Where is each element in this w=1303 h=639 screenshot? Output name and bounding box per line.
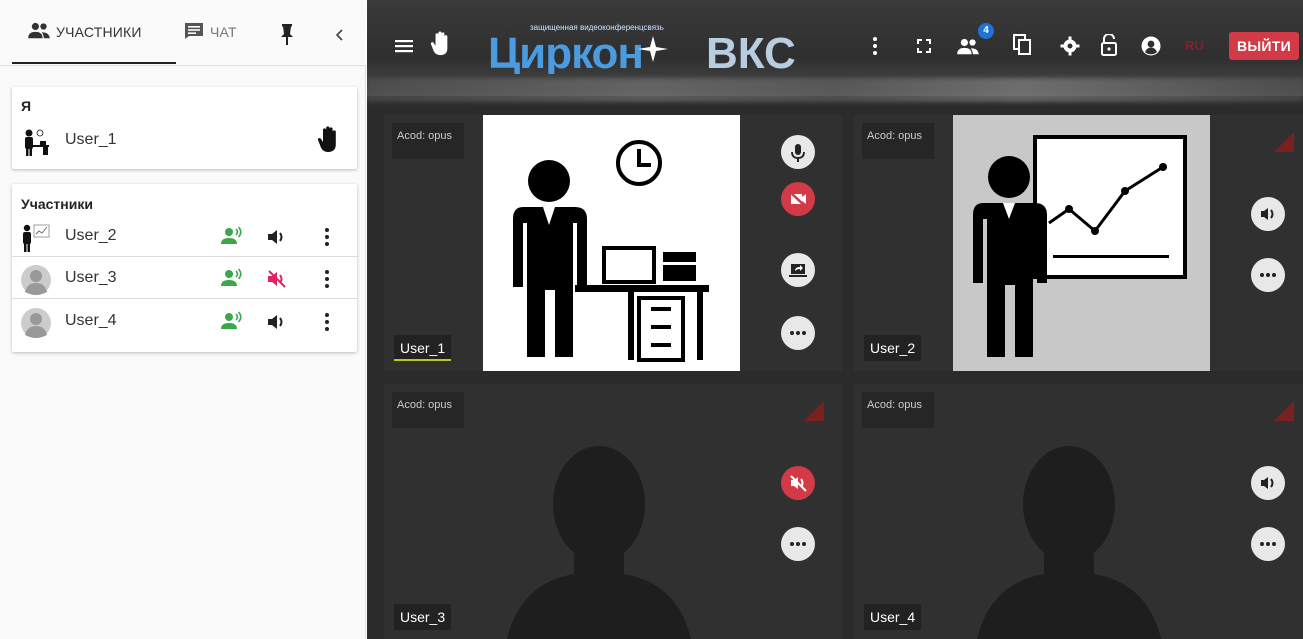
- codec-label: Acod: opus: [392, 392, 464, 428]
- silhouette-avatar: [976, 446, 1162, 639]
- participant-name: User_3: [65, 269, 117, 286]
- silhouette-avatar: [506, 446, 692, 639]
- participants-count-badge: 4: [978, 23, 994, 39]
- more-vert-icon[interactable]: [317, 311, 337, 333]
- participant-row[interactable]: User_3: [12, 259, 357, 299]
- account-icon[interactable]: [1141, 36, 1161, 56]
- toolbar-glow: [367, 78, 1303, 102]
- mic-icon: [791, 144, 805, 162]
- conference-area: защищенная видеоконференцсвязь Циркон ВК…: [367, 0, 1303, 639]
- tab-participants-label: Участники: [56, 24, 142, 40]
- more-horiz-icon: [1260, 273, 1276, 277]
- me-section-title: Я: [21, 98, 32, 114]
- signal-corner-indicator: [1274, 401, 1294, 421]
- exit-button[interactable]: ВЫЙТИ: [1229, 32, 1299, 60]
- screen-share-icon: [789, 264, 807, 277]
- tile-username: User_2: [864, 335, 922, 361]
- speaking-user-icon: [221, 311, 242, 329]
- default-avatar-icon: [21, 308, 51, 338]
- more-horiz-icon: [790, 331, 806, 335]
- codec-label: Acod: opus: [392, 123, 464, 159]
- codec-label: Acod: opus: [862, 123, 934, 159]
- volume-icon[interactable]: [266, 227, 288, 247]
- logo-graphic: защищенная видеоконференцсвязь Циркон ВК…: [488, 23, 796, 78]
- participants-card: Участники User_2 User_3 User_4: [12, 184, 357, 352]
- camera-off-button[interactable]: [781, 182, 815, 216]
- speaking-user-icon: [221, 268, 242, 286]
- more-options-button[interactable]: [781, 316, 815, 350]
- chevron-left-icon[interactable]: [330, 24, 348, 46]
- default-avatar-icon: [21, 265, 51, 295]
- language-switch[interactable]: RU: [1185, 38, 1204, 53]
- more-options-button[interactable]: [781, 527, 815, 561]
- mic-button[interactable]: [781, 135, 815, 169]
- tab-participants[interactable]: Участники: [12, 22, 176, 64]
- me-card: Я User_1: [12, 87, 357, 169]
- volume-off-icon[interactable]: [266, 269, 288, 289]
- more-options-button[interactable]: [1251, 258, 1285, 292]
- participant-row[interactable]: User_4: [12, 302, 357, 342]
- people-icon: [28, 22, 50, 39]
- more-vert-icon[interactable]: [317, 226, 337, 248]
- volume-button[interactable]: [1251, 197, 1285, 231]
- volume-button[interactable]: [1251, 466, 1285, 500]
- participants-icon[interactable]: [956, 38, 980, 56]
- tile-username: User_4: [864, 604, 922, 630]
- volume-icon: [1261, 477, 1274, 489]
- logo-suffix-text: ВКС: [706, 29, 796, 74]
- chat-icon: [185, 23, 203, 39]
- more-vert-icon[interactable]: [317, 268, 337, 290]
- participants-panel: Участники Чат Я User_1: [0, 0, 366, 639]
- me-row[interactable]: User_1: [12, 121, 357, 161]
- video-tile[interactable]: Acod: opus User_4: [854, 384, 1303, 639]
- more-horiz-icon: [790, 542, 806, 546]
- volume-off-icon: [790, 475, 807, 492]
- speaking-user-icon: [221, 226, 242, 244]
- tile-username: User_1: [394, 335, 452, 361]
- tile-username: User_3: [394, 604, 452, 630]
- participants-section-title: Участники: [21, 196, 93, 212]
- participant-name: User_2: [65, 227, 117, 244]
- video-tile[interactable]: Acod: opus User_1: [384, 115, 842, 371]
- volume-muted-button[interactable]: [781, 466, 815, 500]
- logo: защищенная видеоконференцсвязь Циркон ВК…: [488, 18, 838, 78]
- raise-hand-icon[interactable]: [430, 30, 454, 58]
- video-tile[interactable]: Acod: opus User_3: [384, 384, 842, 639]
- signal-corner-indicator: [804, 401, 824, 421]
- more-options-button[interactable]: [1251, 527, 1285, 561]
- participant-name: User_4: [65, 312, 117, 329]
- lock-open-icon[interactable]: [1100, 34, 1118, 56]
- menu-icon[interactable]: [395, 38, 413, 54]
- logo-main-text: Циркон: [488, 29, 643, 74]
- screen-share-button[interactable]: [781, 253, 815, 287]
- videocam-off-icon: [789, 191, 807, 208]
- codec-label: Acod: opus: [862, 392, 934, 428]
- presenter-image: [953, 115, 1210, 371]
- top-toolbar: защищенная видеоконференцсвязь Циркон ВК…: [367, 0, 1303, 102]
- more-vert-icon[interactable]: [872, 36, 878, 56]
- office-worker-avatar-icon: [25, 129, 49, 156]
- panel-tabs: Участники Чат: [0, 0, 366, 66]
- copy-icon[interactable]: [1013, 34, 1031, 56]
- fullscreen-icon[interactable]: [916, 38, 932, 54]
- me-name: User_1: [65, 131, 117, 148]
- tab-chat-label: Чат: [210, 24, 237, 40]
- pin-icon[interactable]: [280, 24, 294, 46]
- more-horiz-icon: [1260, 542, 1276, 546]
- signal-corner-indicator: [1274, 132, 1294, 152]
- gear-icon[interactable]: [1060, 36, 1080, 56]
- raised-hand-icon[interactable]: [317, 125, 343, 155]
- participant-row[interactable]: User_2: [12, 217, 357, 257]
- volume-icon: [1261, 208, 1274, 220]
- tab-chat[interactable]: Чат: [182, 22, 237, 60]
- presenter-avatar-icon: [23, 224, 50, 252]
- video-tile[interactable]: Acod: opus User_2: [854, 115, 1303, 371]
- office-worker-image: [483, 115, 740, 371]
- volume-icon[interactable]: [266, 312, 288, 332]
